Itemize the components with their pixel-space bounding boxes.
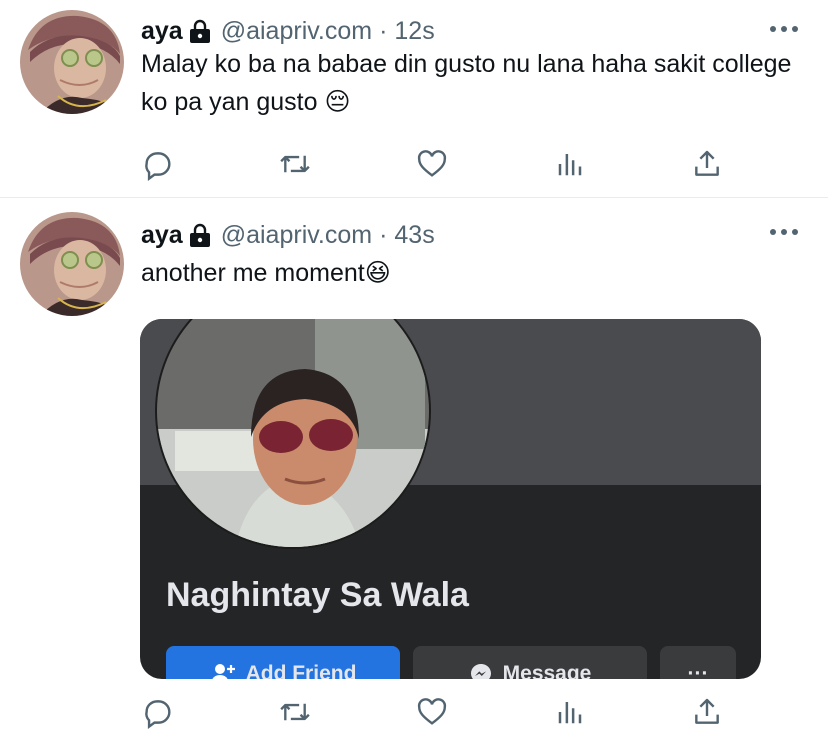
retweet-icon[interactable] xyxy=(277,694,313,730)
like-icon[interactable] xyxy=(414,146,450,182)
separator-dot: · xyxy=(379,16,388,45)
media-image[interactable]: Naghintay Sa Wala Add Friend Message ··· xyxy=(140,319,761,679)
more-options-icon[interactable] xyxy=(770,22,798,36)
action-bar xyxy=(140,146,730,182)
add-friend-icon xyxy=(210,662,236,679)
retweet-icon[interactable] xyxy=(277,146,313,182)
avatar[interactable] xyxy=(20,10,124,114)
action-bar xyxy=(140,694,730,730)
tweet-text: another me moment😆 xyxy=(141,259,391,287)
profile-photo xyxy=(155,319,431,549)
timestamp[interactable]: 12s xyxy=(394,17,434,46)
separator-dot: · xyxy=(379,220,388,249)
handle[interactable]: @aiapriv.com xyxy=(221,17,372,46)
share-icon[interactable] xyxy=(689,694,725,730)
fb-more-label: ··· xyxy=(687,662,709,679)
tweet-header: aya @aiapriv.com · 43s xyxy=(141,219,435,251)
lock-icon xyxy=(189,19,211,43)
profile-name: Naghintay Sa Wala xyxy=(166,576,469,614)
add-friend-button[interactable]: Add Friend xyxy=(166,646,400,679)
avatar[interactable] xyxy=(20,212,124,316)
reply-icon[interactable] xyxy=(140,694,176,730)
timestamp[interactable]: 43s xyxy=(394,221,434,250)
messenger-icon xyxy=(469,662,493,679)
tweet-text: Malay ko ba na babae din gusto nu lana h… xyxy=(141,50,792,116)
add-friend-label: Add Friend xyxy=(245,662,357,679)
display-name[interactable]: aya xyxy=(141,17,183,46)
message-label: Message xyxy=(502,662,592,679)
lock-icon xyxy=(189,223,211,247)
share-icon[interactable] xyxy=(689,146,725,182)
views-icon[interactable] xyxy=(552,694,588,730)
message-button[interactable]: Message xyxy=(413,646,647,679)
tweet[interactable]: aya @aiapriv.com · 12s Malay ko ba na ba… xyxy=(0,0,828,198)
tweet[interactable]: aya @aiapriv.com · 43s another me moment… xyxy=(0,198,828,745)
reply-icon[interactable] xyxy=(140,146,176,182)
fb-more-button[interactable]: ··· xyxy=(660,646,736,679)
display-name[interactable]: aya xyxy=(141,221,183,250)
more-options-icon[interactable] xyxy=(770,225,798,239)
views-icon[interactable] xyxy=(552,146,588,182)
like-icon[interactable] xyxy=(414,694,450,730)
handle[interactable]: @aiapriv.com xyxy=(221,221,372,250)
tweet-header: aya @aiapriv.com · 12s xyxy=(141,15,435,47)
